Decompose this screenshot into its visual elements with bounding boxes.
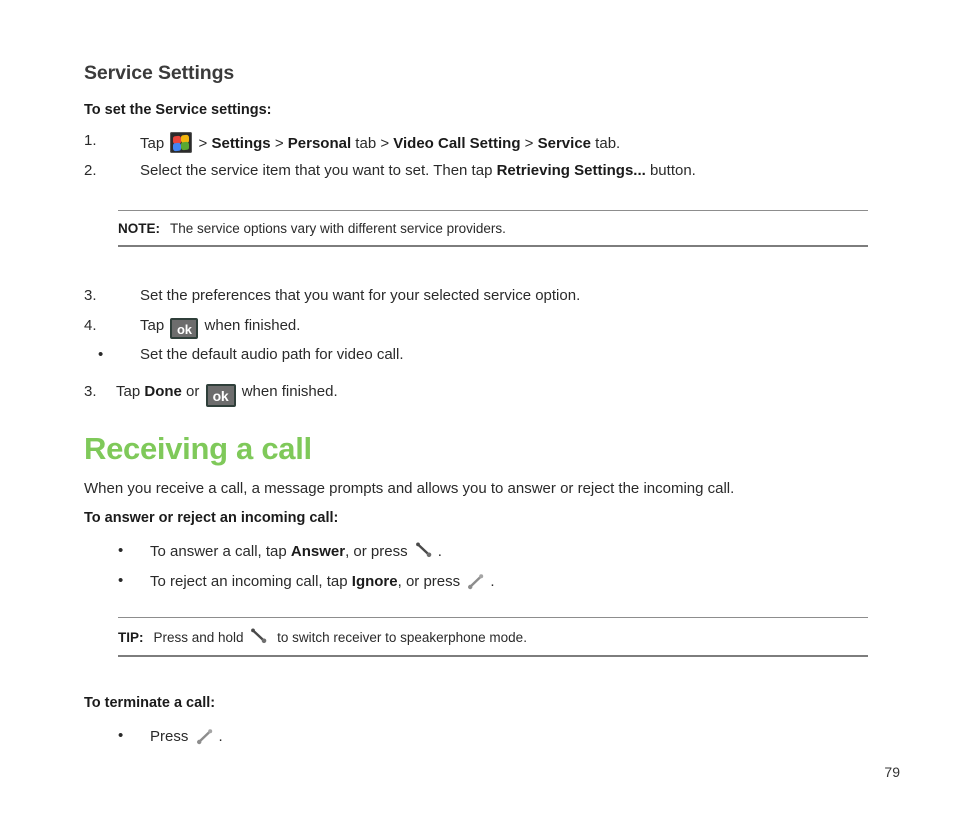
step1-sep1: > bbox=[194, 135, 212, 152]
step2-pre: Select the service item that you want to… bbox=[140, 162, 497, 179]
bullet-text-answer: To answer a call, tap Answer, or press . bbox=[150, 542, 442, 560]
step1-sep4: > bbox=[520, 135, 538, 152]
reject-pre: To reject an incoming call, tap bbox=[150, 573, 352, 590]
answer-mid: , or press bbox=[345, 543, 412, 560]
answer-post: . bbox=[437, 543, 442, 560]
step-text-2: Select the service item that you want to… bbox=[140, 162, 696, 179]
step1-personal: Personal bbox=[287, 135, 352, 152]
manual-page: Service Settings To set the Service sett… bbox=[0, 0, 954, 823]
phone-answer-icon[interactable] bbox=[415, 542, 435, 560]
step2-post: button. bbox=[645, 162, 696, 179]
step1-video-call-setting: Video Call Setting bbox=[393, 135, 521, 152]
step1-service: Service bbox=[537, 135, 592, 152]
step1-settings: Settings bbox=[211, 135, 271, 152]
ok-button-icon[interactable]: ok bbox=[170, 318, 199, 339]
note-callout: NOTE: The service options vary with diff… bbox=[118, 210, 868, 247]
bullet-text-audio: Set the default audio path for video cal… bbox=[140, 346, 404, 363]
terminate-call-lead: To terminate a call: bbox=[84, 695, 216, 711]
terminate-post: . bbox=[218, 728, 223, 745]
phone-end-icon[interactable] bbox=[467, 572, 487, 590]
windows-start-icon[interactable] bbox=[170, 132, 193, 153]
ignore-word: Ignore bbox=[351, 573, 398, 590]
bullet-text-reject: To reject an incoming call, tap Ignore, … bbox=[150, 572, 494, 590]
step-text-3: Set the preferences that you want for yo… bbox=[140, 287, 581, 304]
step-text-1: Tap > Settings > Personal tab > Video Ca… bbox=[140, 132, 620, 153]
answer-word: Answer bbox=[290, 543, 346, 560]
tip-text: Press and hold to switch receiver to spe… bbox=[154, 628, 527, 646]
step-number-4: 4. bbox=[84, 317, 97, 334]
bullet-marker-reject: • bbox=[118, 572, 124, 589]
step-number-1: 1. bbox=[84, 132, 97, 149]
service-settings-lead: To set the Service settings: bbox=[84, 102, 272, 118]
step-number-2: 2. bbox=[84, 162, 97, 179]
step-number-3: 3. bbox=[84, 287, 97, 304]
answer-pre: To answer a call, tap bbox=[150, 543, 291, 560]
receiving-call-intro: When you receive a call, a message promp… bbox=[84, 480, 735, 497]
step4-post: when finished. bbox=[200, 317, 301, 334]
step1-sep2: > bbox=[270, 135, 288, 152]
page-number: 79 bbox=[884, 764, 900, 780]
terminate-pre: Press bbox=[150, 728, 193, 745]
bullet-text-terminate: Press . bbox=[150, 727, 223, 745]
step1-sep3: tab > bbox=[351, 135, 394, 152]
tip-post: to switch receiver to speakerphone mode. bbox=[273, 630, 527, 645]
chapter-heading: Receiving a call bbox=[84, 431, 312, 466]
tip-pre: Press and hold bbox=[153, 630, 248, 645]
done-post: when finished. bbox=[237, 383, 338, 400]
bullet-marker-answer: • bbox=[118, 542, 124, 559]
reject-post: . bbox=[490, 573, 495, 590]
step1-pre: Tap bbox=[140, 135, 169, 152]
tip-label: TIP: bbox=[118, 630, 144, 645]
ok-button-icon[interactable]: ok bbox=[205, 384, 236, 407]
step4-pre: Tap bbox=[140, 317, 169, 334]
bullet-marker-audio: • bbox=[98, 346, 104, 363]
done-pre: Tap bbox=[116, 383, 145, 400]
note-text: The service options vary with different … bbox=[170, 221, 506, 236]
page-title: Service Settings bbox=[84, 62, 235, 84]
step1-sep5: tab. bbox=[591, 135, 621, 152]
phone-end-icon[interactable] bbox=[196, 727, 216, 745]
step-number-3-done: 3. bbox=[84, 383, 97, 400]
step2-retrieving-settings: Retrieving Settings... bbox=[496, 162, 646, 179]
done-mid: or bbox=[181, 383, 204, 400]
step-text-3-done: Tap Done or ok when finished. bbox=[116, 383, 338, 407]
reject-mid: , or press bbox=[397, 573, 465, 590]
step-text-4: Tap ok when finished. bbox=[140, 317, 300, 339]
answer-reject-lead: To answer or reject an incoming call: bbox=[84, 510, 339, 526]
note-label: NOTE: bbox=[118, 221, 160, 236]
bullet-marker-terminate: • bbox=[118, 727, 124, 744]
tip-callout: TIP: Press and hold to switch receiver t… bbox=[118, 617, 868, 657]
phone-answer-icon[interactable] bbox=[250, 628, 270, 646]
done-word: Done bbox=[144, 383, 182, 400]
